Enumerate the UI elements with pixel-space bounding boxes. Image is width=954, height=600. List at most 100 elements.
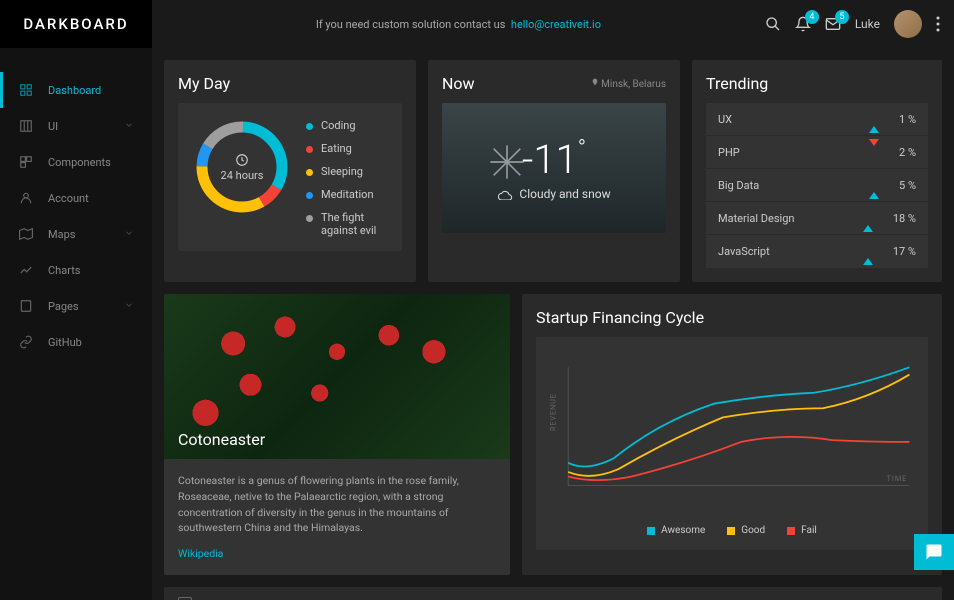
sidebar-item-label: Account bbox=[48, 192, 89, 205]
brand-logo[interactable]: DARKBOARD bbox=[0, 0, 152, 48]
trending-title: Trending bbox=[706, 74, 928, 93]
search-icon[interactable] bbox=[765, 16, 781, 32]
legend-label: Fail bbox=[801, 525, 817, 536]
trend-name: PHP bbox=[718, 146, 869, 159]
map-icon bbox=[18, 227, 34, 241]
trend-row[interactable]: Material Design18 % bbox=[706, 202, 928, 235]
more-icon[interactable] bbox=[936, 16, 940, 32]
custom-solution-text: If you need custom solution contact us bbox=[316, 18, 506, 31]
cotoneaster-title: Cotoneaster bbox=[178, 430, 265, 449]
user-name: Luke bbox=[855, 17, 880, 31]
legend-dot bbox=[306, 192, 313, 199]
sidebar-item-pages[interactable]: Pages bbox=[0, 288, 152, 324]
custom-solution-msg: If you need custom solution contact us h… bbox=[152, 18, 765, 31]
legend-label: Coding bbox=[321, 119, 356, 132]
trend-pct: 17 % bbox=[893, 245, 916, 258]
trend-pct: 1 % bbox=[899, 113, 916, 126]
cotoneaster-image: Cotoneaster bbox=[164, 294, 510, 459]
sidebar-item-dashboard[interactable]: Dashboard bbox=[0, 72, 152, 108]
chevron-down-icon bbox=[124, 120, 134, 133]
messages-badge: 5 bbox=[835, 10, 849, 24]
snowflake-icon bbox=[487, 142, 527, 182]
sidebar-item-label: Charts bbox=[48, 264, 80, 277]
startup-legend: Awesome Good Fail bbox=[550, 525, 914, 536]
legend-item: Sleeping bbox=[306, 165, 388, 178]
person-icon bbox=[18, 191, 34, 205]
now-title: Now bbox=[442, 74, 475, 93]
trend-pct: 5 % bbox=[899, 179, 916, 192]
messages-icon[interactable]: 5 bbox=[825, 16, 841, 32]
avatar[interactable] bbox=[894, 10, 922, 38]
sidebar-item-components[interactable]: Components bbox=[0, 144, 152, 180]
trend-name: Big Data bbox=[718, 179, 869, 192]
legend-item: Good bbox=[727, 525, 765, 536]
trending-list: UX 1 % PHP 2 % Big Data 5 % Material Design18 … bbox=[706, 103, 928, 268]
weather-panel: -11° Cloudy and snow bbox=[442, 103, 666, 233]
sidebar-item-label: Maps bbox=[48, 228, 75, 241]
legend-dot bbox=[306, 123, 313, 130]
trend-row[interactable]: Big Data 5 % bbox=[706, 169, 928, 202]
x-axis-label: TIME bbox=[887, 474, 907, 483]
chat-fab[interactable] bbox=[914, 534, 954, 570]
trend-up-icon bbox=[869, 113, 879, 126]
sidebar-item-label: GitHub bbox=[48, 336, 82, 349]
legend-item: Eating bbox=[306, 142, 388, 155]
legend-square bbox=[727, 527, 735, 535]
cloud-icon bbox=[497, 188, 513, 200]
card-trending: Trending UX 1 % PHP 2 % Big Data 5 % Material … bbox=[692, 60, 942, 282]
chevron-down-icon bbox=[124, 228, 134, 241]
sidebar-item-label: Dashboard bbox=[48, 84, 101, 97]
my-day-donut: 24 hours bbox=[192, 117, 292, 217]
sidebar-item-ui[interactable]: UI bbox=[0, 108, 152, 144]
custom-solution-email[interactable]: hello@creativeit.io bbox=[511, 18, 601, 31]
sidebar: Dashboard UI Components Account Maps Charts Pa… bbox=[0, 48, 152, 600]
trend-pct: 2 % bbox=[899, 146, 916, 159]
pages-icon bbox=[18, 299, 34, 313]
my-day-center: 24 hours bbox=[221, 169, 264, 182]
legend-item: Awesome bbox=[647, 525, 705, 536]
card-startup: Startup Financing Cycle REVENUE TIME Awe… bbox=[522, 294, 942, 575]
card-my-day: My Day 24 hours bbox=[164, 60, 416, 282]
trend-row[interactable]: UX 1 % bbox=[706, 103, 928, 136]
startup-title: Startup Financing Cycle bbox=[536, 308, 928, 327]
chart-icon bbox=[18, 263, 34, 277]
legend-label: Meditation bbox=[321, 188, 374, 201]
legend-label: Good bbox=[741, 525, 765, 536]
trend-up-icon bbox=[869, 179, 879, 192]
cotoneaster-link[interactable]: Wikipedia bbox=[178, 547, 223, 560]
trend-name: UX bbox=[718, 113, 869, 126]
my-day-title: My Day bbox=[178, 74, 402, 93]
legend-label: Sleeping bbox=[321, 165, 363, 178]
grid-icon bbox=[18, 119, 34, 133]
trend-row[interactable]: PHP 2 % bbox=[706, 136, 928, 169]
my-day-legend: Coding Eating Sleeping Meditation The fight … bbox=[306, 117, 388, 237]
weather-condition: Cloudy and snow bbox=[497, 187, 610, 201]
cotoneaster-desc: Cotoneaster is a genus of flowering plan… bbox=[178, 473, 496, 536]
link-icon bbox=[18, 335, 34, 349]
dashboard-icon bbox=[18, 83, 34, 97]
widgets-icon bbox=[18, 155, 34, 169]
chevron-down-icon bbox=[124, 300, 134, 313]
sidebar-item-maps[interactable]: Maps bbox=[0, 216, 152, 252]
notifications-icon[interactable]: 4 bbox=[795, 16, 811, 32]
card-cotoneaster: Cotoneaster Cotoneaster is a genus of fl… bbox=[164, 294, 510, 575]
legend-item: The fight against evil bbox=[306, 211, 388, 237]
legend-dot bbox=[306, 215, 313, 222]
sidebar-item-label: UI bbox=[48, 120, 58, 133]
sidebar-item-label: Pages bbox=[48, 300, 79, 313]
trend-pct: 18 % bbox=[893, 212, 916, 225]
legend-label: Eating bbox=[321, 142, 352, 155]
chat-icon bbox=[925, 543, 943, 561]
sidebar-item-github[interactable]: GitHub bbox=[0, 324, 152, 360]
card-now: Now Minsk, Belarus -11° Cloudy and snow bbox=[428, 60, 680, 282]
legend-label: Awesome bbox=[661, 525, 705, 536]
legend-square bbox=[647, 527, 655, 535]
project-table-header: Project Responsible Client contact Deadl… bbox=[164, 587, 942, 600]
trend-up-icon bbox=[863, 212, 873, 225]
sidebar-item-account[interactable]: Account bbox=[0, 180, 152, 216]
trend-row[interactable]: JavaScript17 % bbox=[706, 235, 928, 268]
sidebar-item-charts[interactable]: Charts bbox=[0, 252, 152, 288]
legend-square bbox=[787, 527, 795, 535]
legend-item: Meditation bbox=[306, 188, 388, 201]
clock-icon bbox=[235, 153, 249, 167]
